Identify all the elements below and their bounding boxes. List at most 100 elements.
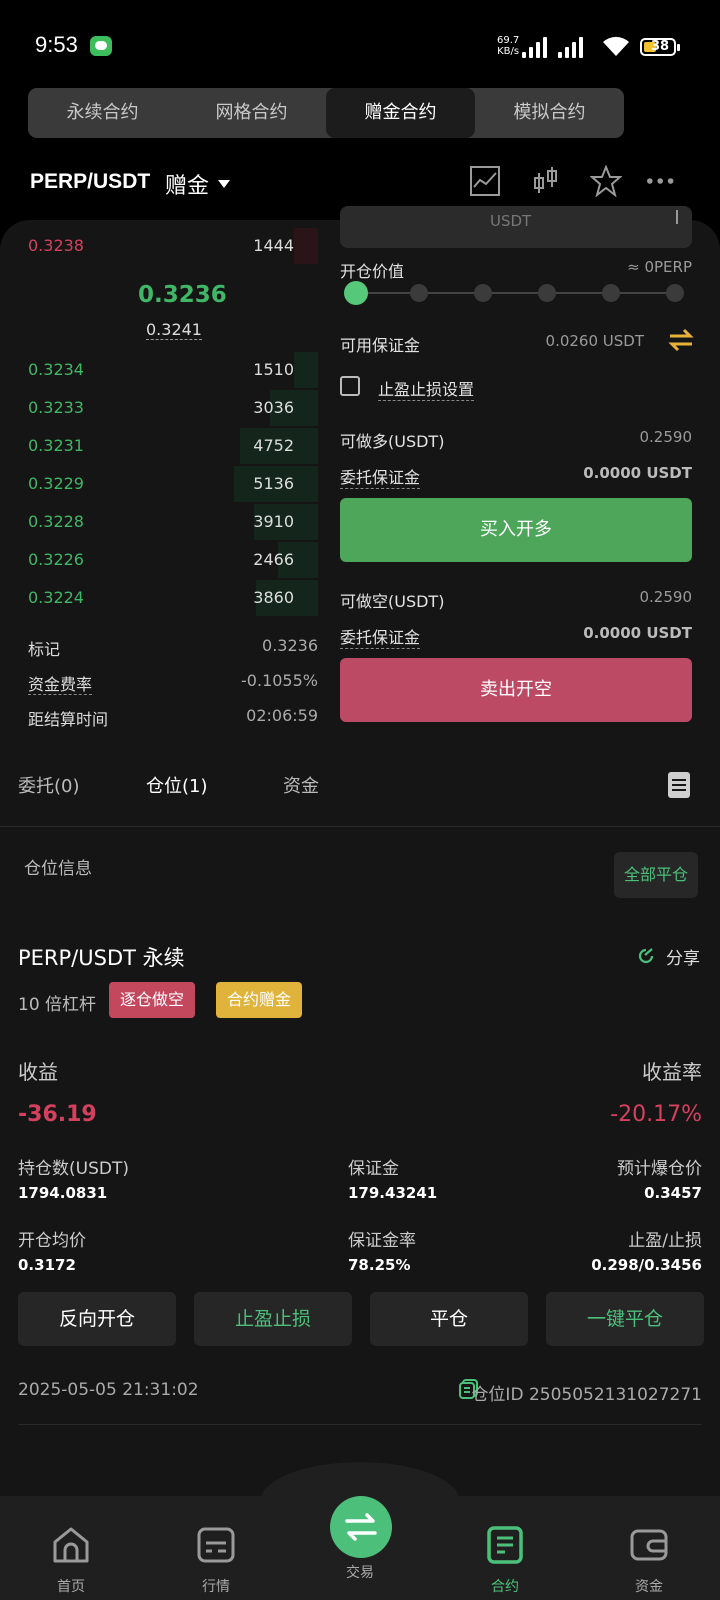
- buy-long-button[interactable]: 买入开多: [340, 498, 692, 562]
- position-name: PERP/USDT 永续: [18, 946, 185, 970]
- tab-perpetual[interactable]: 永续合约: [28, 88, 177, 138]
- wifi-icon: [603, 36, 629, 56]
- contract-type-tabs: 永续合约 网格合约 赠金合约 模拟合约: [28, 88, 624, 138]
- pnl-label: 收益: [18, 1060, 58, 1084]
- close-position-button[interactable]: 平仓: [370, 1292, 528, 1346]
- tab-positions[interactable]: 仓位(1): [146, 772, 208, 798]
- long-capacity-label: 可做多(USDT): [340, 432, 445, 451]
- nav-home[interactable]: 首页: [31, 1526, 111, 1596]
- slider-step[interactable]: [602, 284, 620, 302]
- tpsl-value: 0.298/0.3456: [591, 1256, 702, 1274]
- liq-label: 预计爆仓价: [617, 1159, 702, 1179]
- liq-value: 0.3457: [644, 1184, 702, 1202]
- roe-label: 收益率: [642, 1060, 702, 1084]
- quick-close-button[interactable]: 一键平仓: [546, 1292, 704, 1346]
- bid-row[interactable]: 0.3231 4752: [0, 428, 318, 464]
- divider: [0, 826, 720, 827]
- bid-row[interactable]: 0.3234 1510: [0, 352, 318, 388]
- order-margin-short: 0.0000 USDT: [583, 624, 692, 642]
- slider-step[interactable]: [410, 284, 428, 302]
- candlestick-icon[interactable]: [530, 165, 562, 197]
- size-value: 1794.0831: [18, 1184, 108, 1202]
- tab-bonus[interactable]: 赠金合约: [326, 88, 475, 138]
- tpsl-button[interactable]: 止盈止损: [194, 1292, 352, 1346]
- entry-label: 开仓均价: [18, 1231, 86, 1251]
- status-badge: 逐仓做空: [109, 982, 196, 1018]
- wallet-icon: [630, 1529, 668, 1561]
- transfer-icon[interactable]: [668, 328, 694, 352]
- tab-funds[interactable]: 资金: [283, 772, 319, 798]
- bid-row[interactable]: 0.3226 2466: [0, 542, 318, 578]
- contract-icon: [487, 1526, 523, 1564]
- nav-trade[interactable]: 交易: [320, 1562, 400, 1582]
- bid-row[interactable]: 0.3224 3860: [0, 580, 318, 616]
- section-title: 仓位信息: [24, 859, 92, 879]
- margin-label: 保证金: [348, 1159, 399, 1179]
- last-price: 0.3236: [138, 282, 227, 308]
- chart-icon[interactable]: [469, 165, 501, 197]
- document-icon[interactable]: [668, 772, 690, 798]
- network-speed: 69.7 KB/s: [497, 35, 520, 57]
- more-icon[interactable]: [645, 165, 677, 197]
- order-margin-label[interactable]: 委托保证金: [340, 464, 421, 489]
- position-time: 2025-05-05 21:31:02: [18, 1380, 199, 1400]
- pair-symbol[interactable]: PERP/USDT: [30, 170, 150, 194]
- signal-icon: [558, 36, 586, 58]
- short-capacity: 0.2590: [639, 588, 693, 606]
- mark-price[interactable]: 0.3241: [146, 320, 202, 340]
- slider-step[interactable]: [474, 284, 492, 302]
- close-all-button[interactable]: 全部平仓: [614, 852, 698, 898]
- bid-row[interactable]: 0.3229 5136: [0, 466, 318, 502]
- funding-rate-info[interactable]: 资金费率 -0.1055%: [28, 671, 318, 695]
- entry-value: 0.3172: [18, 1256, 76, 1274]
- margin-ratio-label: 保证金率: [348, 1231, 416, 1251]
- available-margin-label: 可用保证金: [340, 336, 421, 355]
- nav-contract[interactable]: 合约: [465, 1526, 545, 1596]
- bid-row[interactable]: 0.3228 3910: [0, 504, 318, 540]
- available-margin: 0.0260 USDT: [545, 332, 644, 350]
- reverse-open-button[interactable]: 反向开仓: [18, 1292, 176, 1346]
- ask-row[interactable]: 0.3238 1444: [0, 228, 318, 264]
- leverage: 10 倍杠杆: [18, 995, 97, 1015]
- message-icon: [90, 36, 112, 56]
- nav-market[interactable]: 行情: [176, 1526, 256, 1596]
- status-badge: 合约赠金: [216, 982, 303, 1018]
- clock: 9:53: [35, 32, 78, 57]
- bid-row[interactable]: 0.3233 3036: [0, 390, 318, 426]
- star-icon[interactable]: [590, 165, 622, 197]
- long-capacity: 0.2590: [639, 428, 693, 446]
- tpsl-label: 止盈/止损: [628, 1231, 702, 1251]
- slider-handle[interactable]: [344, 281, 368, 305]
- margin-value: 179.43241: [348, 1184, 438, 1202]
- pnl-value: -36.19: [18, 1102, 97, 1127]
- sell-short-button[interactable]: 卖出开空: [340, 658, 692, 722]
- share-icon[interactable]: [636, 946, 656, 966]
- open-value: ≈ 0PERP: [627, 258, 692, 276]
- home-icon: [53, 1527, 89, 1563]
- tab-simulated[interactable]: 模拟合约: [475, 88, 624, 138]
- swap-icon: [345, 1513, 377, 1541]
- margin-ratio-value: 78.25%: [348, 1256, 411, 1274]
- tpsl-checkbox[interactable]: [340, 376, 360, 396]
- roe-value: -20.17%: [610, 1102, 702, 1127]
- order-margin-long: 0.0000 USDT: [583, 464, 692, 482]
- nav-funds[interactable]: 资金: [609, 1526, 689, 1596]
- tab-orders[interactable]: 委托(0): [18, 772, 80, 798]
- slider-step[interactable]: [538, 284, 556, 302]
- tpsl-settings-label[interactable]: 止盈止损设置: [378, 376, 475, 401]
- order-margin-label[interactable]: 委托保证金: [340, 624, 421, 649]
- divider: [18, 1424, 702, 1425]
- tab-grid[interactable]: 网格合约: [177, 88, 326, 138]
- chevron-down-icon[interactable]: [218, 180, 230, 188]
- open-value-label: 开仓价值: [340, 262, 405, 281]
- status-bar: 9:53 69.7 KB/s 38: [0, 0, 720, 80]
- trade-fab[interactable]: [330, 1496, 392, 1558]
- battery-icon: 38: [640, 38, 680, 56]
- pair-subtype[interactable]: 赠金: [165, 168, 209, 200]
- share-button[interactable]: 分享: [666, 944, 700, 969]
- slider-step[interactable]: [666, 284, 684, 302]
- leverage-slider[interactable]: [356, 292, 676, 294]
- market-icon: [197, 1527, 235, 1563]
- position-id: 仓位ID 2505052131027271: [471, 1385, 702, 1405]
- amount-input[interactable]: USDT: [340, 206, 692, 248]
